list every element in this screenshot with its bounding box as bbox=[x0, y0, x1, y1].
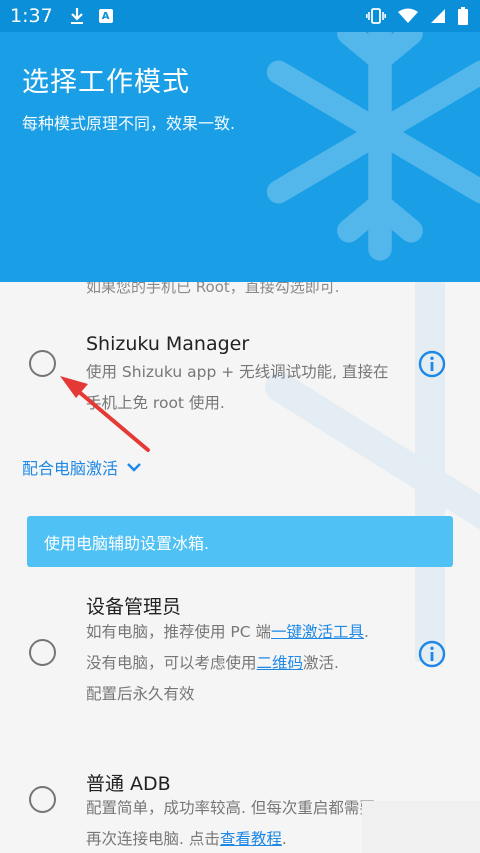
device-admin-desc1-end: . bbox=[364, 623, 369, 641]
adb-radio[interactable] bbox=[29, 786, 56, 813]
shizuku-title: Shizuku Manager bbox=[86, 333, 250, 355]
snowflake-icon bbox=[266, 32, 480, 261]
corner-overlay bbox=[362, 801, 480, 853]
pc-banner: 使用电脑辅助设置冰箱. bbox=[27, 516, 453, 567]
shizuku-radio[interactable] bbox=[29, 350, 56, 377]
page-title: 选择工作模式 bbox=[22, 67, 190, 98]
chevron-down-icon bbox=[127, 463, 141, 472]
root-mode-desc: 如果您的手机已 Root，直接勾选即可. bbox=[86, 282, 340, 296]
qr-code-link[interactable]: 二维码 bbox=[257, 654, 304, 672]
pc-activation-label: 配合电脑激活 bbox=[22, 459, 119, 478]
battery-icon bbox=[458, 7, 468, 25]
page-subtitle: 每种模式原理不同，效果一致. bbox=[22, 114, 236, 133]
tutorial-link[interactable]: 查看教程 bbox=[220, 830, 282, 848]
one-click-activation-link[interactable]: 一键激活工具 bbox=[271, 623, 364, 641]
adb-desc: 配置简单，成功率较高. 但每次重启都需要再次连接电脑. 点击查看教程. bbox=[86, 793, 376, 853]
pc-activation-toggle[interactable]: 配合电脑激活 bbox=[22, 455, 142, 479]
download-icon bbox=[70, 8, 83, 24]
device-admin-title: 设备管理员 bbox=[86, 596, 182, 618]
snowflake-background-icon bbox=[265, 282, 480, 662]
vibrate-icon bbox=[366, 8, 386, 24]
a-badge-icon: A bbox=[98, 9, 113, 23]
device-admin-info-icon[interactable] bbox=[418, 640, 446, 668]
device-admin-desc1: 如有电脑，推荐使用 PC 端 bbox=[86, 623, 272, 641]
mode-list[interactable]: 如果您的手机已 Root，直接勾选即可. Shizuku Manager 使用 … bbox=[0, 282, 480, 853]
device-admin-radio[interactable] bbox=[29, 639, 56, 666]
device-admin-desc: 如有电脑，推荐使用 PC 端一键激活工具. 没有电脑，可以考虑使用二维码激活. … bbox=[86, 617, 396, 710]
header: 选择工作模式 每种模式原理不同，效果一致. bbox=[0, 32, 480, 282]
shizuku-info-icon[interactable] bbox=[418, 350, 446, 378]
adb-desc-end: . bbox=[281, 830, 287, 848]
wifi-icon bbox=[398, 8, 418, 23]
device-admin-desc3: 配置后永久有效 bbox=[86, 685, 195, 703]
device-admin-desc2-end: 激活. bbox=[303, 654, 339, 672]
status-bar: 1:37 A bbox=[0, 0, 480, 32]
signal-icon bbox=[431, 9, 445, 23]
status-time: 1:37 bbox=[10, 5, 53, 27]
device-admin-desc2: 没有电脑，可以考虑使用 bbox=[86, 654, 257, 672]
shizuku-desc: 使用 Shizuku app + 无线调试功能, 直接在手机上免 root 使用… bbox=[86, 363, 389, 412]
adb-title: 普通 ADB bbox=[86, 773, 171, 795]
